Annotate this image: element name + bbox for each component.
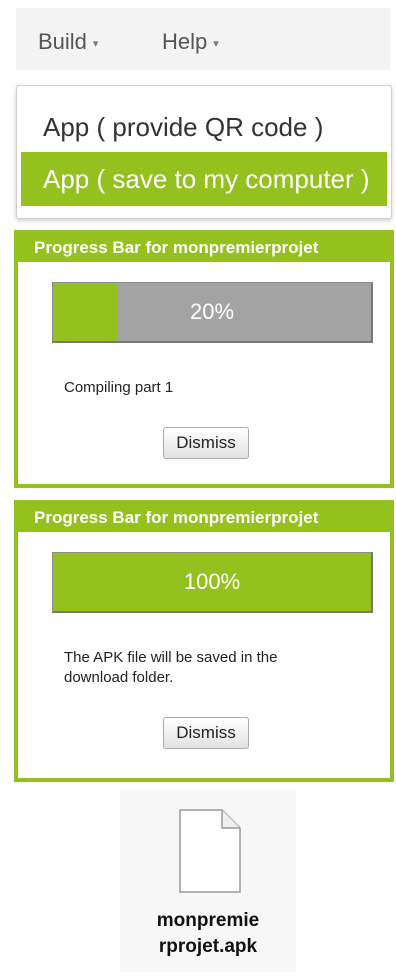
progress-label: 100%	[183, 569, 241, 594]
status-message: The APK file will be saved in the downlo…	[64, 649, 278, 686]
status-message: Compiling part 1	[64, 379, 174, 396]
menu-bar: Build ▾ Help ▾	[16, 8, 390, 70]
dialog-title: Progress Bar for monpremierprojet	[18, 504, 390, 532]
apk-file[interactable]: monpremie rprojet.apk	[120, 790, 296, 972]
help-menu[interactable]: Help ▾	[162, 29, 219, 55]
build-menu[interactable]: Build ▾	[38, 29, 98, 55]
progress-dialog-2: Progress Bar for monpremierprojet 100% T…	[14, 500, 394, 782]
progress-label: 20%	[189, 299, 235, 324]
progress-dialog-1: Progress Bar for monpremierprojet 20% Co…	[14, 230, 394, 488]
chevron-down-icon: ▾	[92, 37, 99, 50]
dismiss-button[interactable]: Dismiss	[163, 717, 249, 749]
file-name: monpremie rprojet.apk	[156, 910, 260, 957]
build-menu-label: Build	[38, 29, 87, 54]
menu-item-app-qr[interactable]: App ( provide QR code )	[21, 100, 387, 154]
progress-bar: 100%	[52, 552, 373, 613]
dismiss-button[interactable]: Dismiss	[163, 427, 249, 459]
dialog-title: Progress Bar for monpremierprojet	[18, 234, 390, 262]
chevron-down-icon: ▾	[213, 37, 219, 50]
menu-item-app-save[interactable]: App ( save to my computer )	[21, 152, 387, 206]
build-dropdown: App ( provide QR code ) App ( save to my…	[16, 85, 392, 219]
help-menu-label: Help	[162, 29, 208, 54]
document-icon	[179, 809, 241, 893]
progress-bar: 20%	[52, 282, 373, 343]
